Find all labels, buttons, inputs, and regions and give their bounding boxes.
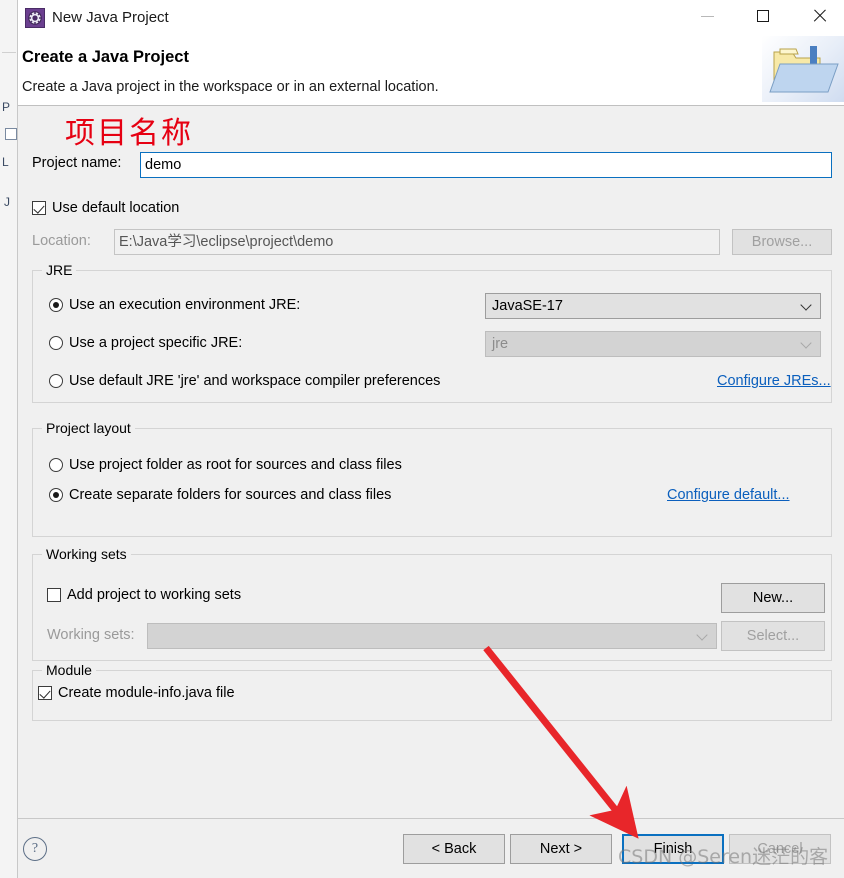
use-default-location-label: Use default location [52,200,180,216]
project-specific-jre-combo: jre [485,331,821,357]
jre-group: JRE Use an execution environment JRE: Ja… [32,262,832,403]
working-sets-group: Working sets Add project to working sets… [32,546,832,661]
maximize-button[interactable] [740,0,786,32]
radio-label: Use project folder as root for sources a… [69,457,402,473]
background-window-sliver: P L J [0,0,18,878]
create-module-info-label: Create module-info.java file [58,685,235,701]
project-specific-jre-value: jre [492,336,509,352]
configure-jres-link[interactable]: Configure JREs... [717,373,831,389]
project-layout-group: Project layout Use project folder as roo… [32,420,832,537]
select-working-set-button: Select... [721,621,825,651]
chevron-down-icon [698,631,707,640]
new-working-set-button[interactable]: New... [721,583,825,613]
window-title: New Java Project [52,9,169,26]
help-icon[interactable]: ? [23,837,47,861]
checkbox-indicator [38,686,52,700]
module-group: Module Create module-info.java file [32,662,832,721]
browse-button: Browse... [732,229,832,255]
create-module-info-checkbox[interactable]: Create module-info.java file [38,685,235,701]
chevron-down-icon [802,339,811,348]
radio-label: Create separate folders for sources and … [69,487,392,503]
radio-default-jre[interactable]: Use default JRE 'jre' and workspace comp… [49,373,440,389]
add-project-to-working-sets-checkbox[interactable]: Add project to working sets [47,587,241,603]
module-group-title: Module [42,662,96,678]
location-row: Location: E:\Java学习\eclipse\project\demo… [18,229,844,255]
project-name-input[interactable] [140,152,832,178]
location-input: E:\Java学习\eclipse\project\demo [114,229,720,255]
new-java-project-dialog-screenshot: P L J New Java Project Create a Java Pro… [0,0,844,878]
project-name-row: Project name: [18,152,844,178]
execution-environment-combo[interactable]: JavaSE-17 [485,293,821,319]
radio-label: Use default JRE 'jre' and workspace comp… [69,373,441,389]
add-project-to-working-sets-label: Add project to working sets [67,587,242,603]
configure-default-link[interactable]: Configure default... [667,487,790,503]
radio-project-specific-jre[interactable]: Use a project specific JRE: [49,335,242,351]
radio-label: Use a project specific JRE: [69,335,243,351]
dialog-footer: ? < Back Next > Finish Cancel [18,818,844,878]
annotation-project-name-chinese: 项目名称 [65,116,193,151]
use-default-location-checkbox[interactable]: Use default location [32,200,179,216]
page-title: Create a Java Project [22,48,189,66]
back-button[interactable]: < Back [403,834,505,864]
title-bar: New Java Project [18,0,844,38]
close-icon [812,9,826,23]
radio-separate-folders[interactable]: Create separate folders for sources and … [49,487,391,503]
execution-environment-value: JavaSE-17 [492,298,563,314]
chevron-down-icon [802,301,811,310]
radio-indicator [49,298,63,312]
page-description: Create a Java project in the workspace o… [22,79,439,95]
minimize-button[interactable] [684,0,730,32]
maximize-icon [757,10,769,22]
java-project-icon [25,8,45,28]
radio-indicator [49,336,63,350]
cancel-button: Cancel [729,834,831,864]
new-java-project-banner-icon [762,36,844,102]
radio-indicator [49,458,63,472]
radio-project-folder-root[interactable]: Use project folder as root for sources a… [49,457,402,473]
radio-execution-environment-jre[interactable]: Use an execution environment JRE: [49,297,300,313]
radio-indicator [49,488,63,502]
working-sets-group-title: Working sets [42,546,131,562]
close-button[interactable] [796,0,842,32]
next-button[interactable]: Next > [510,834,612,864]
dialog-body: 项目名称 Project name: Use default location … [18,106,844,818]
dialog-window: New Java Project Create a Java Project C… [18,0,844,878]
working-sets-list-label: Working sets: [47,627,135,643]
minimize-icon [700,15,714,17]
jre-group-title: JRE [42,262,77,278]
radio-label: Use an execution environment JRE: [69,297,301,313]
project-layout-group-title: Project layout [42,420,135,436]
checkbox-indicator [32,201,46,215]
radio-indicator [49,374,63,388]
wizard-header: Create a Java Project Create a Java proj… [18,36,844,106]
location-label: Location: [32,233,91,249]
finish-button[interactable]: Finish [622,834,724,864]
checkbox-indicator [47,588,61,602]
working-sets-combo [147,623,717,649]
project-name-label: Project name: [32,155,122,171]
